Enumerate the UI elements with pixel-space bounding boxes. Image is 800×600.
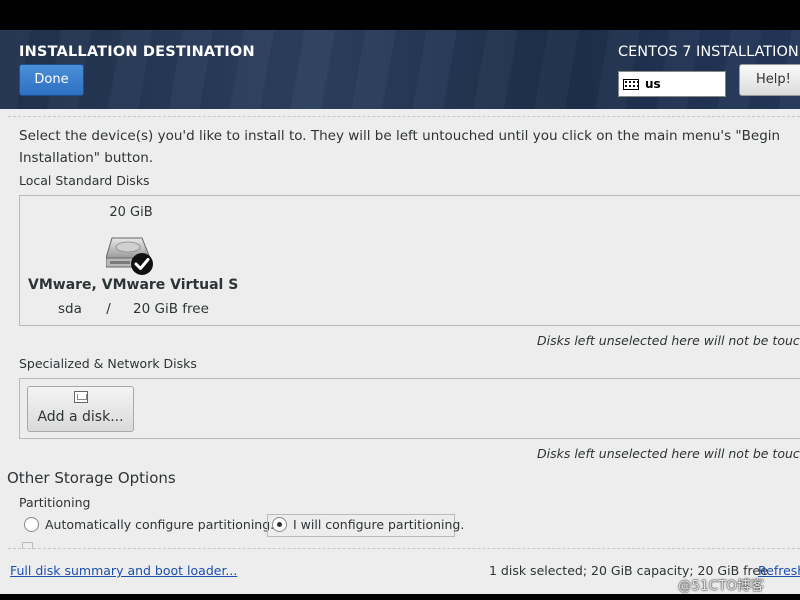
auto-partitioning-radio[interactable] [24, 517, 39, 532]
top-black-bar [0, 0, 800, 30]
keyboard-icon [623, 78, 639, 90]
hard-disk-icon [106, 237, 153, 275]
page-title: INSTALLATION DESTINATION [19, 44, 255, 60]
partitioning-label: Partitioning [19, 495, 91, 510]
watermark: @51CTO博客 [678, 578, 764, 594]
manual-partitioning-radio[interactable] [272, 517, 287, 532]
disk-separator: / [106, 301, 111, 317]
divider [8, 548, 800, 549]
refresh-link[interactable]: Refresh... [758, 563, 800, 578]
local-disks-label: Local Standard Disks [19, 173, 150, 188]
disk-card-sda[interactable]: 20 GiB VMware, VMware Virtual S sda / 20… [28, 196, 239, 325]
add-disk-label: Add a disk... [37, 409, 124, 425]
local-disks-panel: 20 GiB VMware, VMware Virtual S sda / 20… [19, 195, 800, 326]
manual-partitioning-label: I will configure partitioning. [293, 517, 465, 532]
local-disks-note: Disks left unselected here will not be t… [537, 333, 800, 348]
keyboard-layout-label: us [645, 77, 661, 91]
manual-partitioning-option[interactable]: I will configure partitioning. [272, 517, 464, 532]
product-title: CENTOS 7 INSTALLATION [618, 44, 799, 60]
disk-device: sda [58, 301, 82, 317]
main-content: Select the device(s) you'd like to insta… [0, 109, 800, 594]
network-disks-label: Specialized & Network Disks [19, 356, 197, 371]
disk-size: 20 GiB [109, 205, 153, 220]
help-button[interactable]: Help! [739, 64, 800, 96]
instructions-text: Select the device(s) you'd like to insta… [19, 128, 781, 166]
add-disk-icon [74, 391, 88, 403]
disk-name: VMware, VMware Virtual S [28, 277, 239, 293]
disk-free-space: 20 GiB free [133, 301, 209, 317]
keyboard-layout-indicator[interactable]: us [618, 71, 726, 97]
auto-partitioning-label: Automatically configure partitioning. [45, 517, 275, 532]
add-disk-button[interactable]: Add a disk... [27, 386, 134, 432]
other-storage-title: Other Storage Options [7, 469, 176, 487]
disk-info: sda / 20 GiB free [58, 301, 209, 317]
header-background [0, 30, 800, 109]
bottom-black-bar [0, 594, 800, 600]
network-disks-panel: Add a disk... [19, 378, 800, 439]
done-button[interactable]: Done [19, 64, 84, 96]
divider [8, 116, 800, 117]
header-bar: INSTALLATION DESTINATION Done CENTOS 7 I… [0, 30, 800, 109]
auto-partitioning-option[interactable]: Automatically configure partitioning. [24, 517, 274, 532]
full-disk-summary-link[interactable]: Full disk summary and boot loader... [10, 563, 237, 578]
network-disks-note: Disks left unselected here will not be t… [537, 446, 800, 461]
